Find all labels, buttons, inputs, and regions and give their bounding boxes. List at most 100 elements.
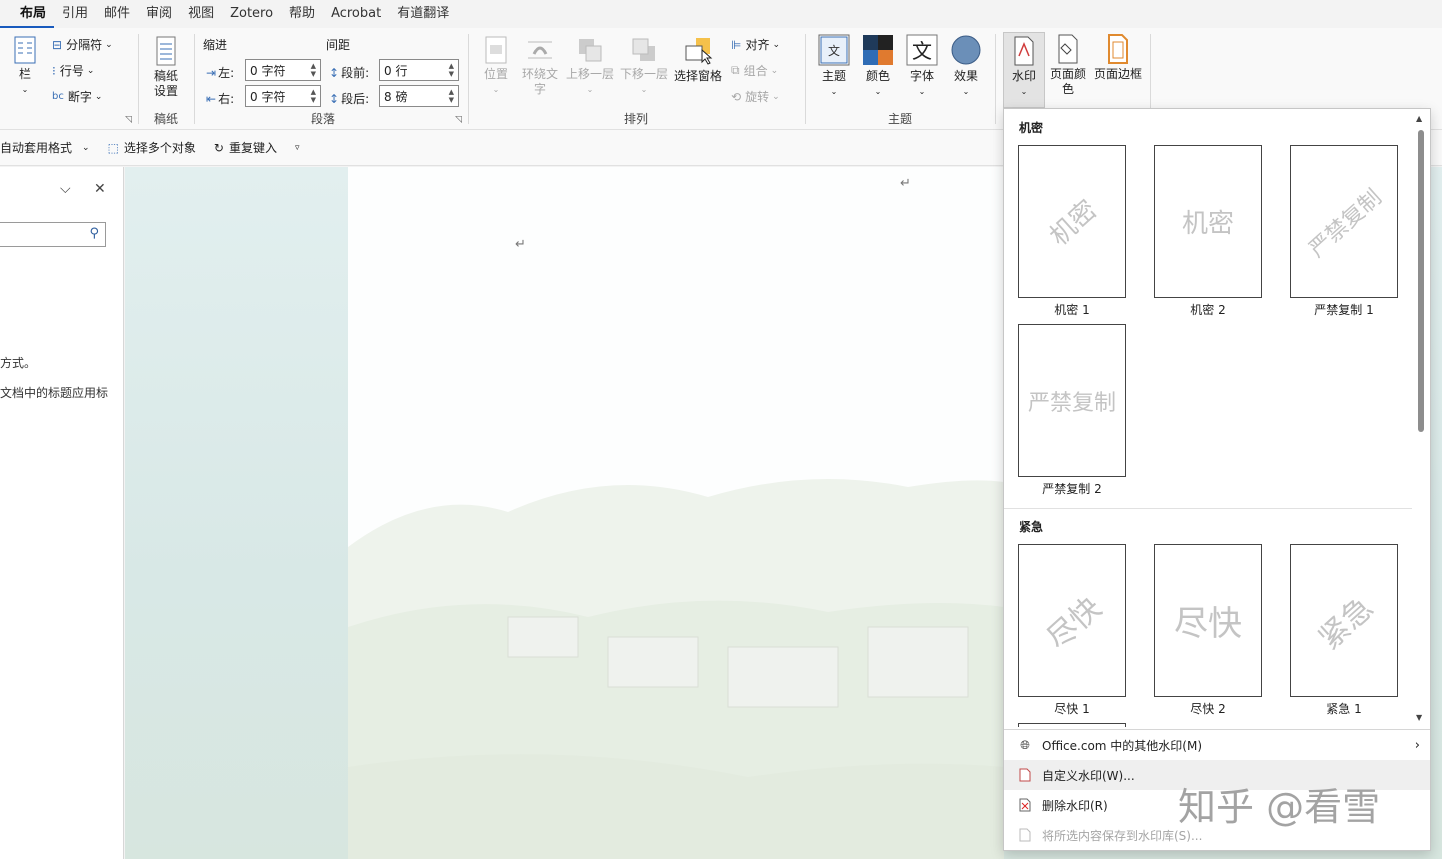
indent-right-input[interactable]: 0 字符 ▲ ▼ xyxy=(245,85,321,107)
breaks-icon: ⊟ xyxy=(52,37,63,52)
tab-youdao[interactable]: 有道翻译 xyxy=(389,0,457,28)
spinner-arrows-icon[interactable]: ▲ ▼ xyxy=(311,88,316,104)
page-setup-launcher-icon[interactable]: ◹ xyxy=(125,115,132,125)
colors-button[interactable]: 颜色 ⌄ xyxy=(858,34,898,99)
spinner-arrows-icon[interactable]: ▲ ▼ xyxy=(449,88,454,104)
tab-acrobat[interactable]: Acrobat xyxy=(323,0,389,28)
manuscript-settings-button[interactable]: 稿纸 设置 xyxy=(148,36,184,99)
watermark-thumbnail[interactable]: 紧急 xyxy=(1290,544,1398,697)
scroll-down-icon[interactable]: ▼ xyxy=(1416,713,1422,722)
gallery-scrollbar[interactable]: ▲ ▼ xyxy=(1414,114,1428,724)
watermark-thumbnail[interactable]: 尽快 xyxy=(1018,544,1126,697)
paragraph-launcher-icon[interactable]: ◹ xyxy=(455,115,462,125)
columns-label: 栏 xyxy=(18,67,31,81)
scrollbar-thumb[interactable] xyxy=(1418,130,1424,432)
repeat-typing-label: 重复键入 xyxy=(228,141,277,155)
customize-quick-access-icon[interactable]: ▿ xyxy=(295,143,300,153)
indent-left-input[interactable]: 0 字符 ▲ ▼ xyxy=(245,59,321,81)
paragraph-mark: ↵ xyxy=(900,176,911,191)
effects-button[interactable]: 效果 ⌄ xyxy=(946,34,986,99)
page-borders-button[interactable]: 页面边框 xyxy=(1092,34,1144,82)
watermark-preview-text: 机密 xyxy=(1044,194,1104,252)
tab-references[interactable]: 引用 xyxy=(54,0,96,28)
rotate-button[interactable]: ⟲ 旋转 ⌄ xyxy=(731,88,780,105)
fonts-button[interactable]: 文 字体 ⌄ xyxy=(902,34,942,99)
tab-mailings[interactable]: 邮件 xyxy=(96,0,138,28)
group-button[interactable]: ⧉ 组合 ⌄ xyxy=(731,62,778,79)
tab-review[interactable]: 审阅 xyxy=(138,0,180,28)
position-icon xyxy=(484,36,508,64)
close-icon[interactable]: ✕ xyxy=(94,181,106,197)
manuscript-label: 稿纸 设置 xyxy=(153,69,178,98)
selection-pane-icon xyxy=(682,36,714,66)
tab-help[interactable]: 帮助 xyxy=(281,0,323,28)
more-watermarks-office-item[interactable]: 🌐︎ Office.com 中的其他水印(M) › xyxy=(1004,730,1430,760)
space-before-input[interactable]: 0 行 ▲ ▼ xyxy=(379,59,459,81)
watermark-thumbnail[interactable]: 机密 xyxy=(1154,145,1262,298)
document-page[interactable]: ↵ ↵ xyxy=(348,167,1004,859)
spinner-arrows-icon[interactable]: ▲ ▼ xyxy=(311,62,316,78)
search-icon[interactable]: ⚲ xyxy=(89,226,99,241)
selection-pane-button[interactable]: 选择窗格 xyxy=(672,36,724,84)
chevron-down-icon: ⌄ xyxy=(640,85,648,94)
wrap-text-button[interactable]: 环绕文 字 xyxy=(518,36,562,97)
breaks-label: 分隔符 xyxy=(66,38,103,52)
chevron-down-icon: ⌄ xyxy=(586,85,594,94)
spinner-arrows-icon[interactable]: ▲ ▼ xyxy=(449,62,454,78)
chevron-down-icon: ⌄ xyxy=(830,87,838,96)
section-title-confidential: 机密 xyxy=(1019,121,1044,135)
align-button[interactable]: ⊫ 对齐 ⌄ xyxy=(731,36,780,53)
breaks-button[interactable]: ⊟ 分隔符 ⌄ xyxy=(52,36,113,53)
line-numbers-button[interactable]: ⁝ 行号 ⌄ xyxy=(52,62,94,79)
watermark-thumbnail-partial[interactable] xyxy=(1018,723,1126,727)
page-color-button[interactable]: 页面颜 色 xyxy=(1048,34,1088,97)
indent-left-label: ⇥ 左: xyxy=(206,64,234,81)
watermark-thumbnail[interactable]: 尽快 xyxy=(1154,544,1262,697)
document-icon xyxy=(1016,766,1034,784)
position-button[interactable]: 位置 ⌄ xyxy=(480,36,512,97)
tab-view[interactable]: 视图 xyxy=(180,0,222,28)
themes-icon: 文 xyxy=(818,34,850,66)
watermark-button[interactable]: 水印 ⌄ xyxy=(1003,32,1045,108)
watermark-preview-text: 尽快 xyxy=(1040,590,1109,657)
scroll-up-icon[interactable]: ▲ xyxy=(1416,114,1422,123)
chevron-down-icon: ⌄ xyxy=(772,91,780,102)
align-label: 对齐 xyxy=(745,38,770,52)
watermark-thumbnail-label: 尽快 1 xyxy=(1054,702,1090,716)
watermark-thumbnail[interactable]: 严禁复制 xyxy=(1018,324,1126,477)
watermark-thumbnail[interactable]: 机密 xyxy=(1018,145,1126,298)
watermark-thumbnail-label: 严禁复制 1 xyxy=(1314,303,1374,317)
repeat-typing-button[interactable]: ↻ 重复键入 xyxy=(214,139,277,156)
send-backward-button[interactable]: 下移一层 ⌄ xyxy=(618,36,670,97)
navpane-text: 文档中的标题应用标 xyxy=(0,386,109,400)
selection-pane-label: 选择窗格 xyxy=(673,69,722,83)
hyphenation-button[interactable]: bc 断字 ⌄ xyxy=(52,88,102,105)
tab-zotero[interactable]: Zotero xyxy=(222,0,281,28)
space-after-label: ↕ 段后: xyxy=(329,90,369,107)
space-before-label: ↕ 段前: xyxy=(329,64,369,81)
search-input[interactable]: ⚲ xyxy=(0,222,106,247)
autoformat-button[interactable]: 自动套用格式 ⌄ xyxy=(0,139,90,156)
line-numbers-icon: ⁝ xyxy=(52,63,56,78)
select-objects-button[interactable]: ⬚ 选择多个对象 xyxy=(108,139,196,156)
columns-icon xyxy=(13,36,37,64)
collapse-pane-icon[interactable]: ⌵ xyxy=(60,181,71,197)
landscape-background-image xyxy=(348,479,1004,859)
spacing-header: 间距 xyxy=(326,38,351,52)
separator xyxy=(805,34,806,124)
section-title-urgent: 紧急 xyxy=(1019,520,1044,534)
space-after-icon: ↕ xyxy=(329,91,340,106)
watermark-thumbnail-label: 紧急 1 xyxy=(1326,702,1362,716)
columns-button[interactable]: 栏 ⌄ xyxy=(10,36,40,97)
chevron-down-icon: ⌄ xyxy=(21,85,29,94)
bring-forward-button[interactable]: 上移一层 ⌄ xyxy=(564,36,616,97)
autoformat-label: 自动套用格式 xyxy=(0,141,73,155)
themes-label: 主题 xyxy=(821,69,846,83)
space-after-input[interactable]: 8 磅 ▲ ▼ xyxy=(379,85,459,107)
navigation-pane: ⌵ ✕ ⚲ 方式。 文档中的标题应用标 xyxy=(0,167,124,859)
watermark-thumbnail[interactable]: 严禁复制 xyxy=(1290,145,1398,298)
paragraph-mark: ↵ xyxy=(515,237,526,252)
colors-icon xyxy=(862,34,894,66)
themes-button[interactable]: 文 主题 ⌄ xyxy=(814,34,854,99)
tab-layout[interactable]: 布局 xyxy=(0,0,55,28)
